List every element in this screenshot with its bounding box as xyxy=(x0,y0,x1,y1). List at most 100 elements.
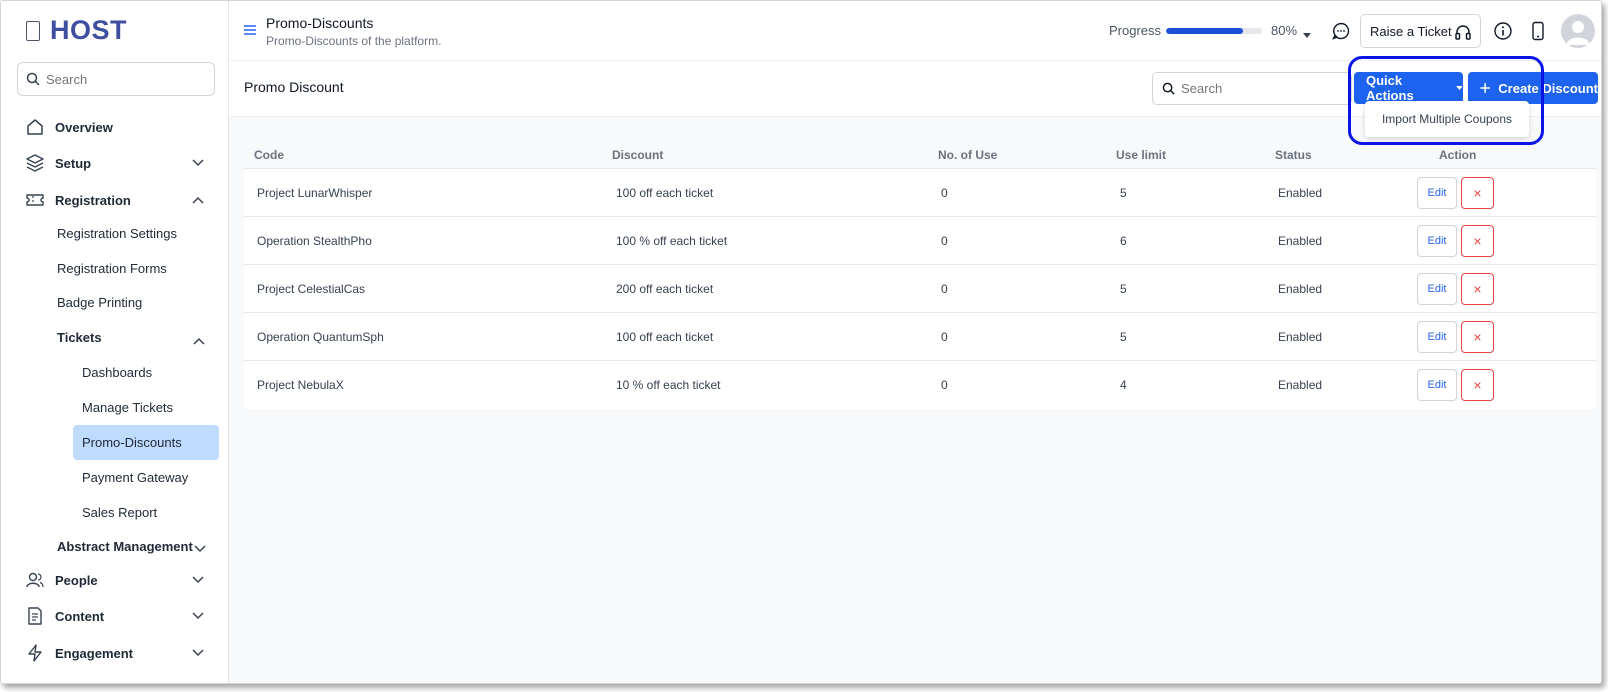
sidebar-subitem-badge-printing[interactable]: Badge Printing xyxy=(57,290,142,314)
quick-actions-dropdown: Import Multiple Coupons xyxy=(1365,101,1529,137)
sidebar-subitem-promo-discounts[interactable]: Promo-Discounts xyxy=(82,430,182,454)
cell-discount: 10 % off each ticket xyxy=(616,378,721,392)
edit-button[interactable]: Edit xyxy=(1417,177,1457,209)
sidebar-subitem-manage-tickets[interactable]: Manage Tickets xyxy=(82,395,173,419)
cell-discount: 200 off each ticket xyxy=(616,282,714,296)
mobile-phone-icon[interactable] xyxy=(1531,21,1545,46)
cell-code: Project LunarWhisper xyxy=(257,186,373,200)
sidebar-item-engagement[interactable]: Engagement xyxy=(1,638,229,668)
sidebar-item-content[interactable]: Content xyxy=(1,601,229,631)
cell-discount: 100 off each ticket xyxy=(616,330,714,344)
sidebar-subitem-registration-forms[interactable]: Registration Forms xyxy=(57,256,167,280)
chat-icon[interactable] xyxy=(1331,21,1351,46)
sidebar-item-setup[interactable]: Setup xyxy=(1,148,229,178)
ticket-icon xyxy=(25,190,45,210)
create-discount-label: Create Discount xyxy=(1498,80,1598,96)
chevron-down-icon xyxy=(191,646,205,660)
logo[interactable]: HOST xyxy=(26,15,127,46)
cell-discount: 100 % off each ticket xyxy=(616,234,728,248)
content-search[interactable] xyxy=(1152,72,1352,105)
chevron-down-icon xyxy=(191,156,205,170)
cell-status: Enabled xyxy=(1278,282,1323,296)
sidebar-item-label: Engagement xyxy=(55,645,134,661)
create-discount-button[interactable]: Create Discount xyxy=(1468,72,1598,104)
caret-down-icon xyxy=(1456,85,1463,90)
table-row: Operation QuantumSph 100 off each ticket… xyxy=(244,313,1596,361)
sidebar-item-label: Content xyxy=(55,608,105,624)
caret-down-icon[interactable] xyxy=(1303,26,1311,44)
delete-button[interactable]: × xyxy=(1461,177,1494,209)
cell-status: Enabled xyxy=(1278,330,1323,344)
cell-status: Enabled xyxy=(1278,234,1323,248)
edit-button[interactable]: Edit xyxy=(1417,273,1457,305)
sidebar-item-label: Registration xyxy=(55,192,131,208)
info-icon[interactable] xyxy=(1493,21,1513,46)
sidebar-item-label: Overview xyxy=(55,119,113,135)
column-header-discount: Discount xyxy=(612,148,664,162)
import-multiple-coupons-item[interactable]: Import Multiple Coupons xyxy=(1382,112,1512,126)
people-icon xyxy=(25,570,45,590)
lightning-icon xyxy=(25,643,45,663)
cell-uses: 0 xyxy=(941,330,948,344)
table-header: Code Discount No. of Use Use limit Statu… xyxy=(244,141,1596,169)
sidebar-subitem-registration-settings[interactable]: Registration Settings xyxy=(57,221,177,245)
cell-code: Project CelestialCas xyxy=(257,282,366,296)
logo-icon xyxy=(26,20,40,41)
column-header-status: Status xyxy=(1275,148,1312,162)
discount-table: Code Discount No. of Use Use limit Statu… xyxy=(244,141,1596,409)
cell-uses: 0 xyxy=(941,378,948,392)
search-icon xyxy=(1162,82,1175,95)
layers-icon xyxy=(25,153,45,173)
sidebar-search[interactable] xyxy=(17,62,215,96)
cell-code: Operation QuantumSph xyxy=(257,330,384,344)
quick-actions-label: Quick Actions xyxy=(1366,73,1414,103)
table-row: Project CelestialCas 200 off each ticket… xyxy=(244,265,1596,313)
content-search-input[interactable] xyxy=(1181,81,1351,96)
delete-button[interactable]: × xyxy=(1461,225,1494,257)
delete-button[interactable]: × xyxy=(1461,273,1494,305)
table-row: Operation StealthPho 100 % off each tick… xyxy=(244,217,1596,265)
cell-uses: 0 xyxy=(941,234,948,248)
raise-ticket-button[interactable]: Raise a Ticket xyxy=(1360,14,1481,48)
sidebar-subitem-sales-report[interactable]: Sales Report xyxy=(82,500,157,524)
quick-actions-button[interactable]: Quick Actions xyxy=(1354,72,1463,104)
logo-text: HOST xyxy=(50,15,128,45)
sidebar-subitem-dashboards[interactable]: Dashboards xyxy=(82,360,152,384)
home-icon xyxy=(25,117,45,137)
cell-status: Enabled xyxy=(1278,378,1323,392)
cell-use-limit: 5 xyxy=(1120,330,1127,344)
chevron-down-icon xyxy=(194,540,206,558)
sidebar-subitem-tickets[interactable]: Tickets xyxy=(57,325,102,349)
sidebar-item-label: People xyxy=(55,572,98,588)
search-icon xyxy=(26,72,40,86)
sidebar-item-label: Setup xyxy=(55,155,92,171)
sidebar-item-registration[interactable]: Registration xyxy=(1,185,229,215)
sidebar-subitem-payment-gateway[interactable]: Payment Gateway xyxy=(82,465,188,489)
column-header-uses: No. of Use xyxy=(938,148,998,162)
column-header-use-limit: Use limit xyxy=(1116,148,1167,162)
page-title: Promo-Discounts xyxy=(266,15,374,31)
chevron-down-icon xyxy=(191,609,205,623)
sidebar-search-input[interactable] xyxy=(46,71,206,87)
delete-button[interactable]: × xyxy=(1461,321,1494,353)
raise-ticket-label: Raise a Ticket xyxy=(1370,23,1452,39)
sidebar-item-label: Tickets xyxy=(57,329,102,345)
menu-icon[interactable] xyxy=(243,23,257,42)
avatar[interactable] xyxy=(1561,14,1595,48)
table-row: Project LunarWhisper 100 off each ticket… xyxy=(244,169,1596,217)
edit-button[interactable]: Edit xyxy=(1417,369,1457,401)
delete-button[interactable]: × xyxy=(1461,369,1494,401)
progress-bar xyxy=(1166,28,1262,34)
table-row: Project NebulaX 10 % off each ticket 0 4… xyxy=(244,361,1596,409)
progress-fill xyxy=(1166,28,1243,34)
document-icon xyxy=(25,606,45,626)
plus-icon xyxy=(1480,83,1490,93)
column-header-code: Code xyxy=(254,148,284,162)
headphones-icon xyxy=(1454,23,1472,44)
edit-button[interactable]: Edit xyxy=(1417,321,1457,353)
cell-uses: 0 xyxy=(941,282,948,296)
sidebar-subitem-abstract-management[interactable]: Abstract Management xyxy=(57,534,193,558)
sidebar-item-people[interactable]: People xyxy=(1,565,229,595)
edit-button[interactable]: Edit xyxy=(1417,225,1457,257)
sidebar-item-overview[interactable]: Overview xyxy=(1,112,229,142)
